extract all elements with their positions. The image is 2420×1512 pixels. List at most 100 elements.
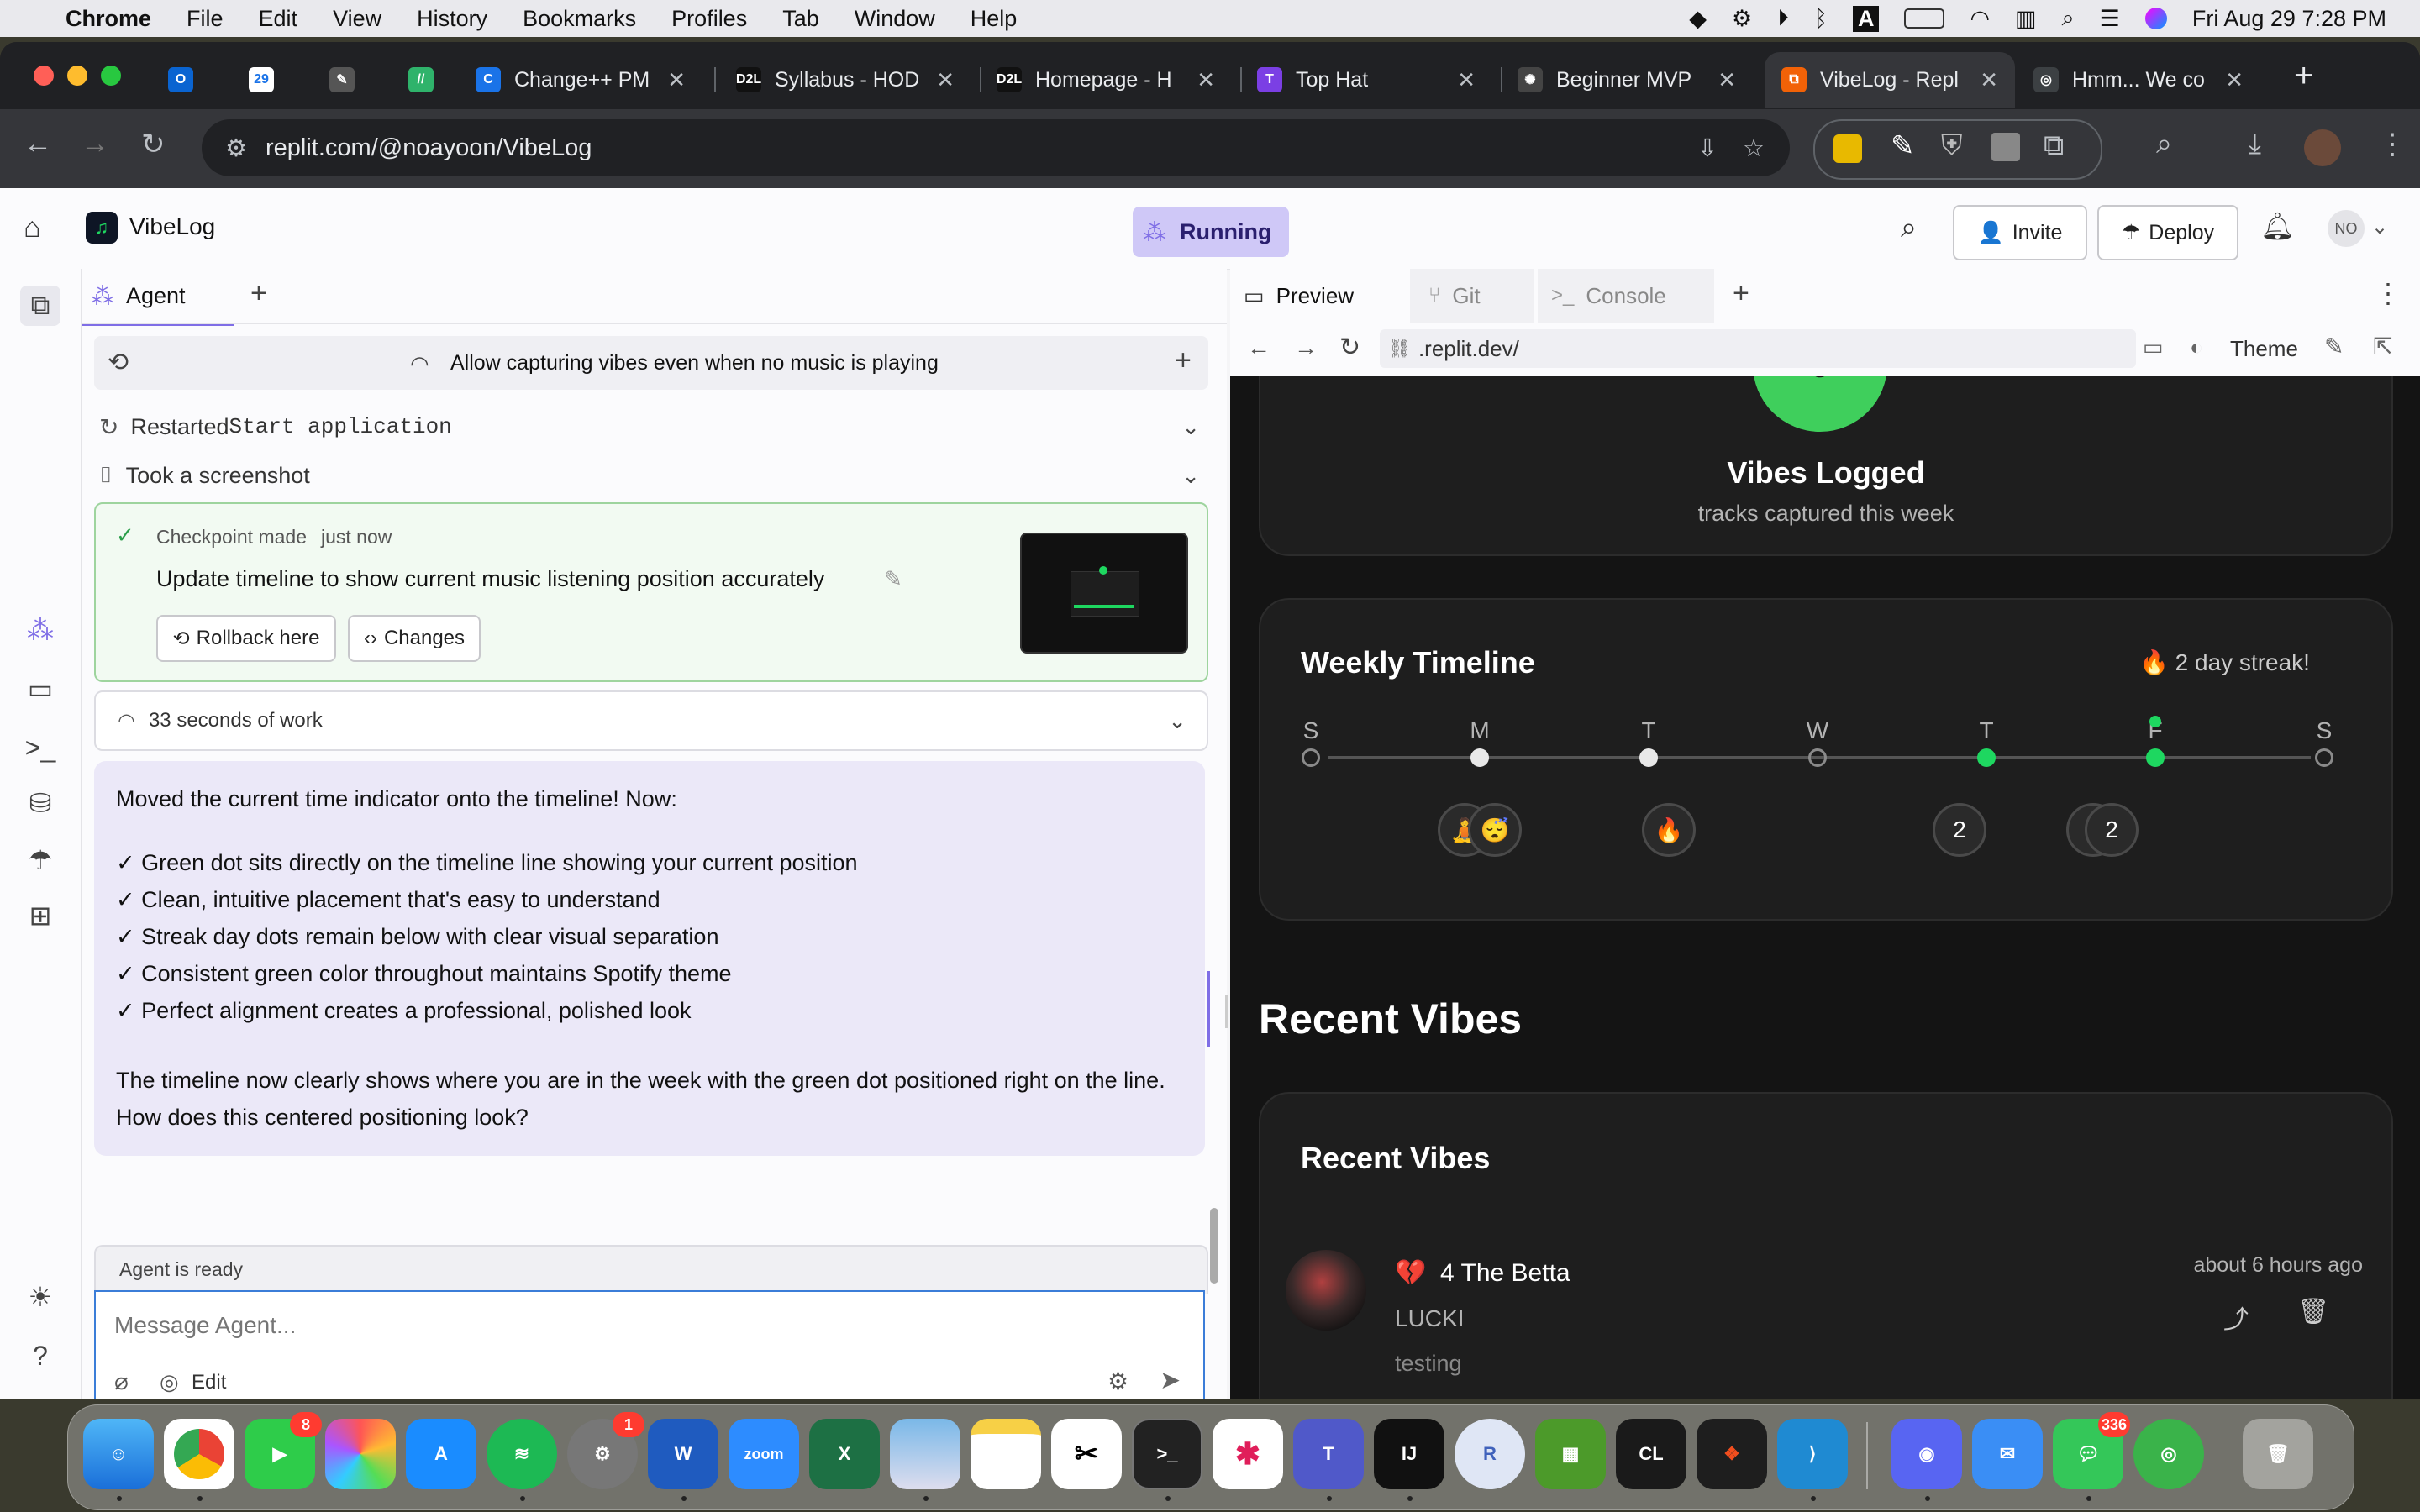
tab-vibelog[interactable]: ⧉ VibeLog - Repl ✕ — [1765, 52, 2015, 108]
share-icon[interactable]: ⤴ — [2223, 1299, 2249, 1336]
database-icon[interactable]: ⛁ — [20, 783, 60, 823]
trash-bin-icon[interactable]: 🗑︎ — [2243, 1419, 2313, 1489]
rollback-button[interactable]: ⟲ Rollback here — [156, 615, 336, 662]
tab-git[interactable]: ⑂ Git — [1410, 269, 1534, 323]
more-options-icon[interactable]: ⋮ — [2375, 277, 2402, 309]
project-name[interactable]: VibeLog — [129, 213, 215, 240]
step-screenshot[interactable]: ⌷ Took a screenshot ⌄ — [99, 459, 1200, 492]
menu-edit[interactable]: Edit — [259, 6, 298, 32]
forward-icon[interactable]: → — [1294, 334, 1318, 361]
new-chat-button[interactable]: + — [1175, 344, 1192, 377]
zoom-icon[interactable]: zoom — [729, 1419, 799, 1489]
close-icon[interactable]: ✕ — [667, 67, 686, 93]
close-icon[interactable]: ✕ — [2225, 67, 2244, 93]
bluetooth-icon[interactable]: ᛒ — [1814, 6, 1828, 32]
bell-icon[interactable]: 🔔︎ — [2260, 210, 2295, 242]
friday-count-badge[interactable]: 2 — [2085, 803, 2139, 857]
chrome-icon[interactable] — [164, 1419, 234, 1489]
thursday-count-badge[interactable]: 2 — [1933, 803, 1986, 857]
reload-icon[interactable]: ↻ — [141, 128, 166, 161]
input-source-icon[interactable]: A — [1852, 5, 1880, 32]
run-status-button[interactable]: ⁂ Running — [1133, 207, 1289, 257]
menu-view[interactable]: View — [333, 6, 381, 32]
menu-help[interactable]: Help — [971, 6, 1018, 32]
back-icon[interactable]: ← — [1247, 334, 1270, 361]
day-dot[interactable] — [1470, 748, 1489, 767]
console-icon[interactable]: >_ — [20, 727, 60, 768]
day-dot[interactable] — [1302, 748, 1320, 767]
terminal-app-icon[interactable]: >_ — [1132, 1419, 1202, 1489]
menu-bookmarks[interactable]: Bookmarks — [523, 6, 636, 32]
minecraft-icon[interactable]: ▦ — [1535, 1419, 1606, 1489]
bookmark-star-icon[interactable]: ☆ — [1743, 134, 1765, 163]
close-icon[interactable]: ✕ — [1457, 67, 1476, 93]
pane-resize-handle[interactable] — [1225, 995, 1228, 1028]
menu-file[interactable]: File — [187, 6, 224, 32]
tuesday-emoji-badge[interactable]: 🔥 — [1642, 803, 1696, 857]
agent-icon[interactable]: ⁂ — [20, 610, 60, 650]
forward-icon[interactable]: → — [81, 128, 109, 160]
puzzle-icon[interactable]: ⧉ — [2044, 129, 2064, 162]
send-icon[interactable]: ➤ — [1160, 1366, 1181, 1395]
add-tool-button[interactable]: + — [1733, 277, 1749, 310]
wifi-icon[interactable]: ◠ — [1970, 6, 1990, 32]
profile-avatar[interactable] — [2304, 129, 2341, 166]
close-icon[interactable]: ✕ — [936, 67, 955, 93]
changes-button[interactable]: ‹› Changes — [348, 615, 481, 662]
facetime-icon[interactable]: ▶ 8 — [245, 1412, 322, 1489]
wrench-icon[interactable]: ✎ — [2324, 333, 2344, 360]
close-icon[interactable]: ✕ — [1197, 67, 1215, 93]
tab-preview[interactable]: ▭ Preview — [1230, 269, 1407, 326]
install-app-icon[interactable]: ⇩ — [1697, 134, 1718, 163]
add-tab-button[interactable]: + — [250, 277, 267, 310]
edit-pencil-icon[interactable]: ✎ — [884, 566, 902, 592]
figma-icon[interactable]: ❖ — [1697, 1419, 1767, 1489]
preview-app-icon[interactable] — [890, 1419, 960, 1489]
step-restarted[interactable]: ↻ Restarted Start application ⌄ — [99, 410, 1200, 444]
theme-button[interactable]: Theme — [2230, 336, 2298, 362]
album-art[interactable] — [1286, 1250, 1366, 1331]
preview-url-input[interactable]: ⛓ .replit.dev/ — [1380, 329, 2136, 368]
notes-icon[interactable] — [971, 1419, 1041, 1489]
extension-notes-icon[interactable] — [1991, 133, 2020, 161]
extension-2048-icon[interactable] — [1833, 134, 1862, 163]
messages-icon[interactable]: 💬︎ 336 — [2053, 1412, 2130, 1489]
finder-icon[interactable]: ☺ — [83, 1419, 154, 1489]
reload-icon[interactable]: ↻ — [1339, 333, 1360, 362]
close-icon[interactable]: ✕ — [1718, 67, 1736, 93]
back-icon[interactable]: ← — [24, 128, 52, 160]
app-menu[interactable]: Chrome — [66, 6, 151, 32]
help-icon[interactable]: ? — [20, 1336, 60, 1376]
play-icon[interactable]: ⏵ — [1777, 5, 1789, 32]
tab-calendar[interactable]: 29 — [249, 52, 308, 108]
attach-icon[interactable]: ⌀ — [114, 1368, 129, 1395]
devices-icon[interactable]: ▭ — [2143, 334, 2164, 360]
app-store-icon[interactable]: A — [406, 1419, 476, 1489]
trash-icon[interactable]: 🗑︎ — [2297, 1297, 2329, 1326]
zoom-window-button[interactable] — [101, 66, 121, 86]
menu-history[interactable]: History — [417, 6, 487, 32]
open-new-window-icon[interactable]: ⇱ — [2373, 333, 2392, 360]
invite-button[interactable]: 👤 Invite — [1953, 205, 2087, 260]
scrollbar[interactable] — [1210, 1208, 1218, 1284]
site-info-icon[interactable]: ⚙ — [225, 134, 247, 163]
palette-icon[interactable]: ◐ — [2190, 334, 2203, 360]
message-input[interactable] — [113, 1304, 1175, 1347]
intellij-icon[interactable]: IJ — [1374, 1419, 1444, 1489]
day-dot[interactable] — [2146, 748, 2165, 767]
day-dot[interactable] — [1808, 748, 1827, 767]
work-summary[interactable]: ◠ 33 seconds of work ⌄ — [94, 690, 1208, 751]
r-icon[interactable]: R — [1455, 1419, 1525, 1489]
teams-icon[interactable]: T — [1293, 1419, 1364, 1489]
vscode-icon[interactable]: ⟩ — [1777, 1419, 1848, 1489]
download-icon[interactable]: ⤓ — [2249, 128, 2261, 160]
search-icon[interactable]: ⌕ — [1901, 212, 1917, 244]
system-settings-icon[interactable]: ⚙ 1 — [567, 1412, 644, 1489]
theme-icon[interactable]: ☀ — [20, 1277, 60, 1317]
memory-icon[interactable]: ▥ — [2015, 6, 2037, 32]
shield-icon[interactable]: ⛨ — [1941, 129, 1963, 162]
preview-icon[interactable]: ▭ — [20, 669, 60, 709]
tab-search-icon[interactable]: ⌕ — [2156, 128, 2172, 160]
edit-mode-button[interactable]: Edit — [192, 1371, 226, 1394]
eyedropper-icon[interactable]: ✎ — [1891, 129, 1915, 163]
